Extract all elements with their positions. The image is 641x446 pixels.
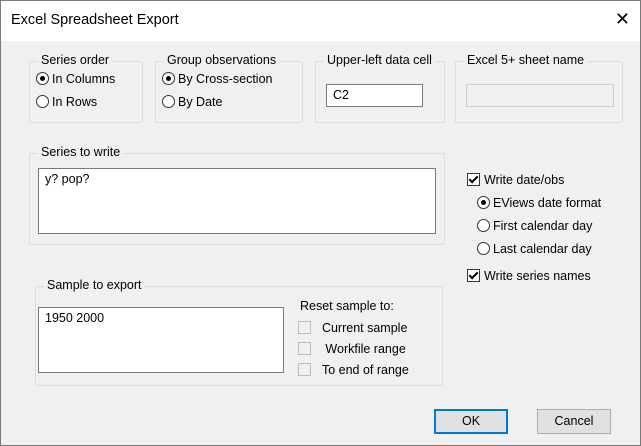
radio-eviews-date-format[interactable]: EViews date format [477,196,601,210]
close-icon[interactable]: ✕ [615,9,630,29]
checkbox-label: Current sample [321,321,408,335]
sample-input[interactable]: 1950 2000 [38,307,284,373]
write-series-names-checkbox[interactable]: Write series names [467,269,591,283]
checkbox-box-icon [467,173,480,186]
dialog-title: Excel Spreadsheet Export [11,12,179,28]
title-bar: Excel Spreadsheet Export ✕ [1,1,640,41]
radio-label: EViews date format [493,196,602,210]
radio-dot-icon [162,95,175,108]
checkbox-label: Write date/obs [484,173,565,187]
reset-current-sample-checkbox[interactable]: Current sample [298,321,407,335]
series-to-write-legend: Series to write [38,145,124,159]
radio-by-cross-section[interactable]: By Cross-section [162,72,272,86]
checkbox-box-icon [298,342,311,355]
series-order-group: Series order In Columns In Rows [29,53,143,123]
radio-in-rows[interactable]: In Rows [36,95,97,109]
radio-by-date[interactable]: By Date [162,95,222,109]
checkbox-box-icon [298,321,311,334]
reset-sample-label: Reset sample to: [300,299,394,313]
radio-dot-icon [477,242,490,255]
checkbox-label: Workfile range [325,342,406,356]
radio-first-calendar-day[interactable]: First calendar day [477,219,592,233]
radio-label: In Columns [52,72,116,86]
upper-left-cell-group: Upper-left data cell C2 [315,53,445,123]
upper-left-cell-input[interactable]: C2 [326,84,423,107]
reset-workfile-range-checkbox[interactable]: Workfile range [298,342,406,356]
series-to-write-group: Series to write y? pop? [29,145,445,245]
series-to-write-input[interactable]: y? pop? [38,168,436,234]
radio-in-columns[interactable]: In Columns [36,72,115,86]
series-order-legend: Series order [38,53,113,67]
checkbox-label: To end of range [321,363,409,377]
radio-label: Last calendar day [493,242,592,256]
checkbox-label: Write series names [484,269,591,283]
radio-dot-icon [477,196,490,209]
excel-export-dialog: Excel Spreadsheet Export ✕ Series order … [0,0,641,446]
radio-label: By Date [178,95,223,109]
sheet-name-legend: Excel 5+ sheet name [464,53,588,67]
radio-dot-icon [477,219,490,232]
reset-to-end-of-range-checkbox[interactable]: To end of range [298,363,409,377]
radio-dot-icon [36,95,49,108]
checkbox-box-icon [467,269,480,282]
radio-last-calendar-day[interactable]: Last calendar day [477,242,592,256]
cancel-button[interactable]: Cancel [537,409,611,434]
ok-button[interactable]: OK [434,409,508,434]
radio-dot-icon [36,72,49,85]
checkbox-box-icon [298,363,311,376]
radio-label: By Cross-section [178,72,273,86]
group-observations-legend: Group observations [164,53,280,67]
sample-to-export-group: Sample to export 1950 2000 Reset sample … [35,278,443,386]
upper-left-cell-legend: Upper-left data cell [324,53,435,67]
group-observations-group: Group observations By Cross-section By D… [155,53,303,123]
radio-label: In Rows [52,95,98,109]
sample-to-export-legend: Sample to export [44,278,145,292]
radio-dot-icon [162,72,175,85]
sheet-name-input[interactable] [466,84,614,107]
radio-label: First calendar day [493,219,593,233]
sheet-name-group: Excel 5+ sheet name [455,53,623,123]
write-date-obs-checkbox[interactable]: Write date/obs [467,173,564,187]
